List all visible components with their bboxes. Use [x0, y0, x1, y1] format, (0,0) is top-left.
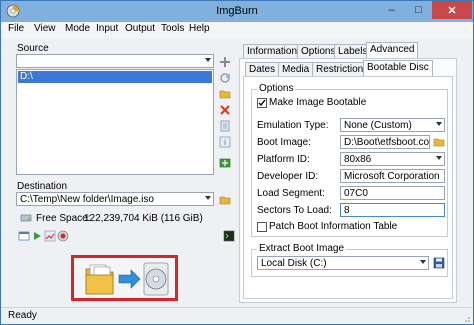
destination-label: Destination: [17, 181, 68, 192]
menu-output[interactable]: Output: [125, 23, 155, 34]
chevron-down-icon[interactable]: [436, 122, 442, 126]
platform-id-label: Platform ID:: [257, 154, 310, 165]
menu-help[interactable]: Help: [189, 23, 210, 34]
tab-media[interactable]: Media: [278, 62, 314, 76]
patch-boot-info-label[interactable]: Patch Boot Information Table: [269, 221, 397, 232]
tab-dates[interactable]: Dates: [245, 62, 280, 76]
extract-drive-value: Local Disk (C:): [261, 258, 327, 269]
options-group-label: Options: [257, 83, 296, 94]
load-segment-input[interactable]: 07C0: [340, 186, 445, 200]
source-drive-list[interactable]: D:\: [16, 69, 214, 175]
add-icon[interactable]: [219, 56, 231, 68]
sectors-to-load-label: Sectors To Load:: [257, 205, 332, 216]
log-window-icon[interactable]: [18, 230, 30, 242]
build-icon[interactable]: [219, 157, 231, 169]
close-button[interactable]: ✕: [432, 1, 472, 19]
refresh-icon[interactable]: [219, 72, 231, 84]
patch-boot-info-checkbox[interactable]: [257, 222, 267, 232]
browse-folder-icon[interactable]: [219, 194, 231, 206]
free-space-value: 122,239,704 KiB (116 GiB): [84, 213, 203, 224]
destination-path-value: C:\Temp\New folder\Image.iso: [20, 194, 154, 205]
title-bar[interactable]: ImgBurn – □ ✕: [1, 1, 473, 22]
chevron-down-icon[interactable]: [420, 260, 426, 264]
chevron-down-icon[interactable]: [205, 58, 211, 62]
build-button[interactable]: [71, 255, 178, 301]
properties-icon[interactable]: [219, 120, 231, 132]
play-icon[interactable]: [31, 230, 43, 242]
tab-information[interactable]: Information: [243, 44, 302, 58]
emulation-type-label: Emulation Type:: [257, 120, 329, 131]
drive-icon: [20, 214, 32, 222]
extract-boot-image-label: Extract Boot Image: [257, 243, 347, 254]
menu-view[interactable]: View: [34, 23, 56, 34]
free-space-label: Free Space:: [36, 213, 91, 224]
browse-folder-icon[interactable]: [219, 88, 231, 100]
menu-input[interactable]: Input: [96, 23, 118, 34]
platform-id-dropdown[interactable]: 80x86: [340, 152, 445, 166]
load-segment-label: Load Segment:: [257, 188, 325, 199]
delete-icon[interactable]: [219, 104, 231, 116]
menu-file[interactable]: File: [8, 23, 24, 34]
status-bar: Ready: [1, 307, 473, 324]
source-dropdown[interactable]: [16, 54, 214, 68]
menu-mode[interactable]: Mode: [65, 23, 90, 34]
minimize-button[interactable]: –: [378, 1, 405, 19]
make-bootable-checkbox[interactable]: [257, 98, 267, 108]
console-icon[interactable]: [223, 230, 235, 242]
svg-text:i: i: [224, 138, 226, 147]
status-text: Ready: [8, 310, 37, 321]
developer-id-input[interactable]: Microsoft Corporation: [340, 169, 445, 183]
browse-folder-icon[interactable]: [433, 136, 445, 148]
menu-tools[interactable]: Tools: [161, 23, 184, 34]
file-to-disc-icon[interactable]: [84, 261, 170, 297]
emulation-type-dropdown[interactable]: None (Custom): [340, 118, 445, 132]
imgburn-window: ImgBurn – □ ✕ File View Mode Input Outpu…: [0, 0, 474, 325]
emulation-type-value: None (Custom): [344, 120, 412, 131]
chevron-down-icon[interactable]: [205, 196, 211, 200]
graph-icon[interactable]: [44, 230, 56, 242]
tab-bootable-disc[interactable]: Bootable Disc: [363, 60, 433, 76]
make-bootable-label[interactable]: Make Image Bootable: [269, 97, 366, 108]
sectors-to-load-input[interactable]: 8: [340, 203, 445, 217]
list-item[interactable]: D:\: [18, 71, 212, 83]
boot-image-input[interactable]: D:\Boot\etfsboot.com: [340, 135, 430, 149]
save-icon[interactable]: [433, 257, 445, 269]
extract-drive-dropdown[interactable]: Local Disk (C:): [257, 256, 429, 270]
developer-id-label: Developer ID:: [257, 171, 319, 182]
verify-disc-icon[interactable]: [57, 230, 69, 242]
resize-grip-icon[interactable]: [461, 313, 471, 323]
source-label: Source: [17, 43, 49, 54]
platform-id-value: 80x86: [344, 154, 372, 165]
destination-path-dropdown[interactable]: C:\Temp\New folder\Image.iso: [16, 192, 214, 206]
chevron-down-icon[interactable]: [436, 156, 442, 160]
maximize-button[interactable]: □: [405, 1, 432, 19]
boot-image-label: Boot Image:: [257, 137, 311, 148]
checkmark-icon: [258, 99, 266, 107]
tab-advanced[interactable]: Advanced: [366, 42, 419, 58]
info-icon[interactable]: i: [219, 136, 231, 148]
menu-bar: File View Mode Input Output Tools Help: [1, 22, 473, 38]
